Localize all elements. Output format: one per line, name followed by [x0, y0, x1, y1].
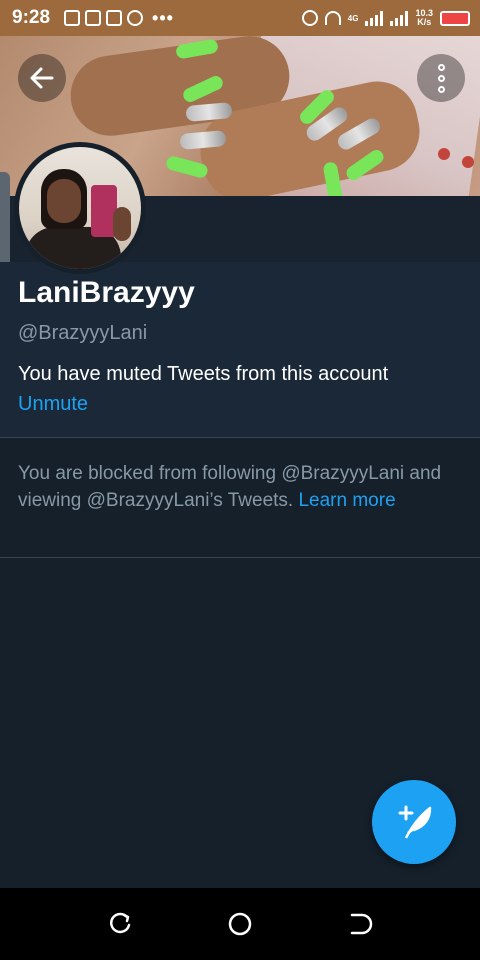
back-nav-button[interactable] [336, 900, 384, 948]
profile-display-name: LaniBrazyyy [18, 276, 195, 309]
alarm-icon [301, 10, 318, 26]
gallery-icon [85, 10, 102, 26]
compose-tweet-icon [398, 805, 432, 839]
signal-icon [365, 10, 384, 26]
more-notifications-icon: ••• [152, 7, 174, 28]
back-nav-icon [350, 913, 373, 935]
divider [0, 437, 480, 438]
network-speed-unit: K/s [417, 17, 432, 27]
avatar-image [19, 147, 141, 269]
unmute-link[interactable]: Unmute [18, 393, 88, 416]
status-bar: 9:28 ••• 4G 10.3 K/s [0, 0, 480, 36]
banner-decoration [438, 148, 450, 160]
more-vertical-icon [437, 74, 445, 82]
back-button[interactable] [18, 54, 66, 102]
more-vertical-icon [437, 63, 445, 71]
headset-icon [324, 11, 341, 25]
more-vertical-icon [437, 85, 445, 93]
signal-icon-2 [390, 10, 409, 26]
news-icon [106, 10, 123, 26]
recent-apps-icon [109, 912, 131, 934]
arrow-left-icon [30, 67, 54, 89]
avatar[interactable] [14, 142, 146, 274]
recent-apps-button[interactable] [96, 900, 144, 948]
banner-decoration [462, 156, 474, 168]
blocked-notice: You are blocked from following @BrazyyyL… [18, 460, 458, 514]
google-icon [127, 10, 144, 26]
status-time: 9:28 [12, 7, 51, 28]
learn-more-link[interactable]: Learn more [298, 490, 395, 511]
battery-saver-icon [64, 10, 81, 26]
system-navigation-bar [0, 888, 480, 960]
divider [0, 557, 480, 558]
system-icons: 4G 10.3 K/s [301, 9, 470, 27]
profile-handle: @BrazyyyLani [18, 322, 148, 344]
muted-message: You have muted Tweets from this account [18, 363, 389, 385]
compose-tweet-button[interactable] [372, 780, 456, 864]
more-options-button[interactable] [417, 54, 465, 102]
home-button[interactable] [216, 900, 264, 948]
battery-icon [440, 10, 470, 26]
home-circle-icon [228, 912, 252, 936]
avatar-hand [113, 207, 131, 241]
network-speed: 10.3 K/s [415, 9, 433, 27]
notification-icons: ••• [64, 8, 174, 29]
avatar-face [47, 179, 81, 223]
network-type-label: 4G [347, 13, 359, 23]
